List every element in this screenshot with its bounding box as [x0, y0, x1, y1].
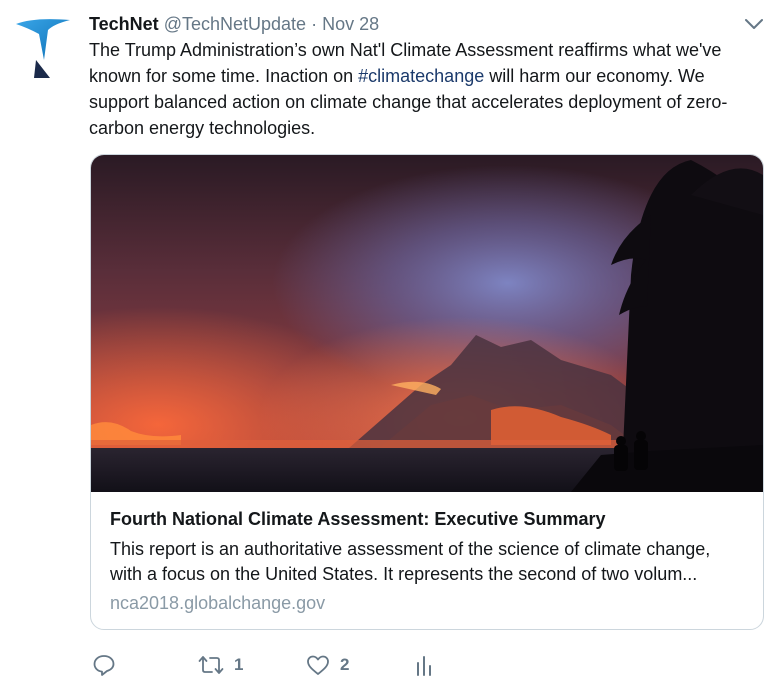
author-handle[interactable]: @TechNetUpdate	[164, 14, 306, 34]
analytics-icon	[417, 656, 431, 676]
wildfire-photo	[91, 155, 763, 492]
technet-logo-avatar[interactable]	[14, 16, 72, 78]
tweet: TechNet @TechNetUpdate · Nov 28 The Trum…	[0, 0, 778, 690]
tweet-text: The Trump Administration’s own Nat'l Cli…	[89, 37, 769, 141]
retweet-count: 1	[234, 655, 244, 674]
header-separator: ·	[311, 14, 318, 34]
hashtag-link[interactable]: #climatechange	[358, 66, 484, 86]
retweet-button[interactable]: 1	[198, 650, 243, 680]
card-url[interactable]: nca2018.globalchange.gov	[110, 591, 325, 615]
like-count: 2	[340, 655, 350, 674]
link-card[interactable]: Fourth National Climate Assessment: Exec…	[90, 154, 764, 630]
author-name[interactable]: TechNet	[89, 14, 159, 34]
card-description-line2: with a focus on the United States. It re…	[110, 564, 698, 584]
heart-icon	[307, 655, 329, 675]
retweet-icon	[198, 656, 224, 674]
chevron-down-icon[interactable]	[743, 16, 765, 32]
analytics-button[interactable]	[414, 650, 434, 680]
card-description: This report is an authoritative assessme…	[110, 537, 750, 587]
card-description-line1: This report is an authoritative assessme…	[110, 539, 711, 559]
card-title[interactable]: Fourth National Climate Assessment: Exec…	[110, 507, 605, 531]
tweet-actions: 1 2	[90, 650, 490, 680]
like-button[interactable]: 2	[306, 650, 349, 680]
tweet-header: TechNet @TechNetUpdate · Nov 28	[89, 12, 379, 36]
reply-icon	[93, 655, 115, 676]
reply-button[interactable]	[92, 650, 116, 680]
tweet-date[interactable]: Nov 28	[322, 14, 379, 34]
